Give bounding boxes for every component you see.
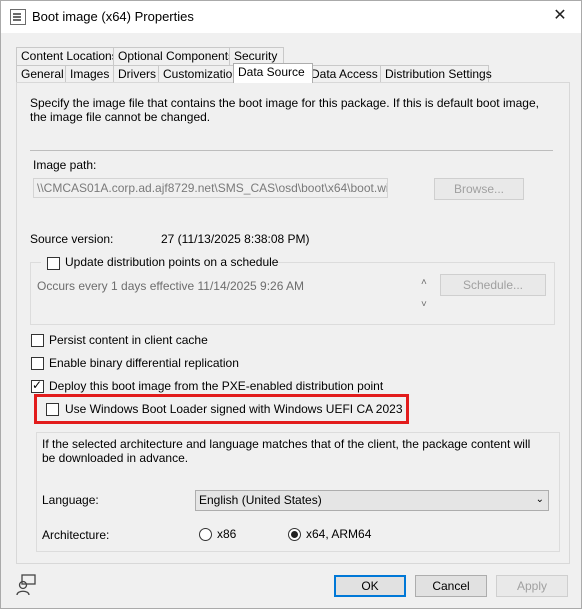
tab-general[interactable]: General [16, 65, 71, 83]
image-path-field[interactable]: \\CMCAS01A.corp.ad.ajf8729.net\SMS_CAS\o… [33, 178, 388, 198]
feedback-person-icon[interactable] [15, 574, 37, 596]
tab-data-access[interactable]: Data Access [306, 65, 386, 83]
binary-diff-label: Enable binary differential replication [49, 356, 239, 370]
language-dropdown[interactable]: English (United States) ⌄ [195, 490, 549, 511]
deploy-pxe-label: Deploy this boot image from the PXE-enab… [49, 379, 384, 393]
architecture-label: Architecture: [42, 528, 110, 542]
source-version-value: 27 (11/13/2025 8:38:08 PM) [161, 232, 310, 246]
schedule-text: Occurs every 1 days effective 11/14/2025… [37, 279, 305, 293]
persist-cache-checkbox[interactable] [31, 334, 44, 347]
scroll-up-icon[interactable]: ˄ [421, 277, 427, 288]
schedule-group-header: Update distribution points on a schedule [41, 254, 278, 270]
properties-app-icon [10, 9, 26, 25]
deploy-pxe-checkbox[interactable] [31, 378, 44, 393]
title-bar: Boot image (x64) Properties ✕ [1, 1, 581, 33]
language-value: English (United States) [199, 493, 322, 507]
arch-x64-radio[interactable] [288, 528, 301, 541]
tab-images[interactable]: Images [65, 65, 119, 83]
arch-x64-label: x64, ARM64 [306, 527, 372, 541]
image-path-label: Image path: [33, 158, 97, 172]
properties-dialog: Boot image (x64) Properties ✕ Content Lo… [0, 0, 582, 609]
close-icon[interactable]: ✕ [549, 5, 571, 27]
uefi-ca-checkbox[interactable] [46, 403, 59, 416]
tab-data-source[interactable]: Data Source [233, 63, 313, 83]
advance-text: If the selected architecture and languag… [42, 437, 531, 465]
arch-x86-radio[interactable] [199, 528, 212, 541]
ok-button[interactable]: OK [334, 575, 406, 597]
chevron-down-icon: ⌄ [535, 494, 544, 505]
arch-x86-label: x86 [217, 527, 237, 541]
uefi-ca-label: Use Windows Boot Loader signed with Wind… [65, 402, 403, 416]
cancel-button[interactable]: Cancel [415, 575, 487, 597]
language-label: Language: [42, 493, 99, 507]
description-text: Specify the image file that contains the… [30, 96, 539, 124]
update-schedule-label: Update distribution points on a schedule [65, 255, 279, 269]
update-schedule-checkbox[interactable] [47, 257, 60, 270]
window-title: Boot image (x64) Properties [32, 9, 194, 24]
separator [30, 150, 553, 151]
schedule-button[interactable]: Schedule... [440, 274, 546, 296]
source-version-label: Source version: [30, 232, 114, 246]
browse-button[interactable]: Browse... [434, 178, 524, 200]
binary-diff-checkbox[interactable] [31, 357, 44, 370]
scroll-down-icon[interactable]: ˅ [421, 299, 427, 310]
tab-customization[interactable]: Customization [158, 65, 242, 83]
tab-content-locations[interactable]: Content Locations [16, 47, 127, 65]
tab-optional-components[interactable]: Optional Components [113, 47, 239, 65]
persist-cache-label: Persist content in client cache [49, 333, 208, 347]
apply-button[interactable]: Apply [496, 575, 568, 597]
tab-distribution-settings[interactable]: Distribution Settings [380, 65, 492, 83]
